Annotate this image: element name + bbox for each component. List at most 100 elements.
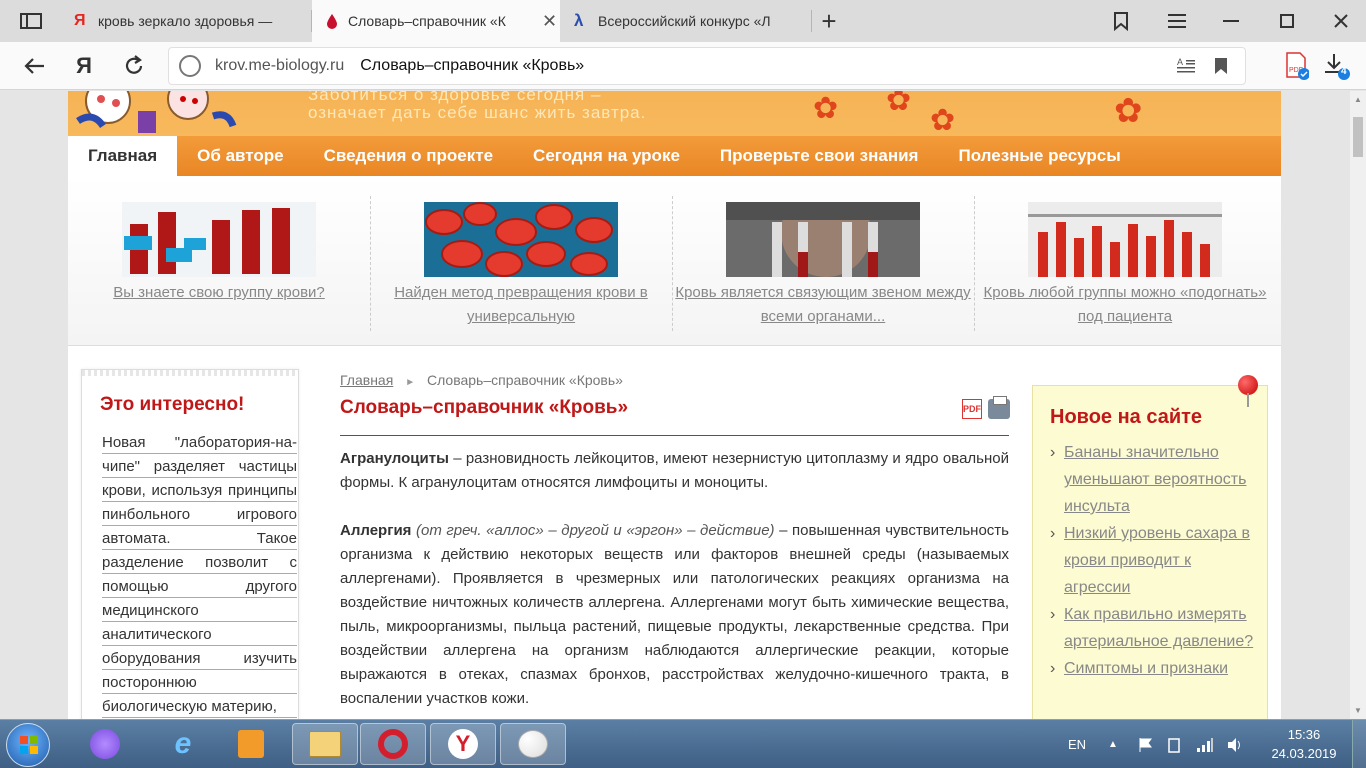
red-blood-cells-image bbox=[424, 202, 618, 277]
page-title: Словарь–справочник «Кровь» bbox=[340, 397, 629, 418]
header-banner: Заботиться о здоровье сегодня – означает… bbox=[68, 91, 1281, 136]
flower-icon: ✿ bbox=[1114, 92, 1143, 130]
explorer-taskbar-button[interactable] bbox=[292, 723, 358, 765]
device-icon[interactable] bbox=[1166, 720, 1182, 768]
nav-about-author[interactable]: Об авторе bbox=[177, 136, 303, 176]
show-hidden-icons-icon[interactable]: ▲ bbox=[1108, 720, 1118, 768]
featured-item[interactable]: Кровь является связующим звеном между вс… bbox=[672, 202, 974, 329]
menu-icon[interactable] bbox=[1154, 0, 1200, 42]
page-scrollbar[interactable]: ▲ ▼ bbox=[1350, 91, 1366, 719]
interesting-title: Это интересно! bbox=[100, 394, 245, 415]
flower-icon: ✿ bbox=[930, 104, 956, 136]
volume-icon[interactable] bbox=[1226, 720, 1244, 768]
paint-taskbar-button[interactable] bbox=[500, 723, 566, 765]
news-link[interactable]: Низкий уровень сахара в крови приводит к… bbox=[1050, 520, 1260, 601]
featured-item[interactable]: Найден метод превращения крови в универс… bbox=[370, 202, 672, 329]
nav-project-info[interactable]: Сведения о проекте bbox=[304, 136, 513, 176]
scroll-up-icon[interactable]: ▲ bbox=[1354, 95, 1362, 104]
tab-1[interactable]: Я кровь зеркало здоровья — bbox=[62, 0, 310, 42]
bookmark-icon[interactable] bbox=[1215, 58, 1227, 79]
show-desktop-button[interactable] bbox=[1352, 720, 1366, 768]
nav-today-lesson[interactable]: Сегодня на уроке bbox=[513, 136, 700, 176]
site-container: Заботиться о здоровье сегодня – означает… bbox=[68, 91, 1281, 719]
glossary-term: Агранулоциты bbox=[340, 450, 449, 467]
pdf-icon[interactable]: PDF bbox=[962, 399, 982, 419]
tab-2-active[interactable]: Словарь–справочник «К ✕ bbox=[312, 0, 560, 42]
featured-caption[interactable]: Вы знаете свою группу крови? bbox=[68, 281, 370, 305]
close-window-icon[interactable] bbox=[1318, 0, 1364, 42]
downloads-icon[interactable]: 4 bbox=[1320, 50, 1352, 82]
pdf-extension-icon[interactable]: PDF bbox=[1280, 50, 1312, 82]
clock-time: 15:36 bbox=[1287, 727, 1321, 742]
yandex-logo-icon[interactable]: Я bbox=[68, 50, 100, 82]
cartoon-characters-icon bbox=[76, 91, 237, 133]
tabs-menu-icon[interactable] bbox=[8, 0, 54, 42]
address-bar[interactable]: krov.me-biology.ru Словарь–справочник «К… bbox=[168, 47, 1246, 85]
news-link[interactable]: Бананы значительно уменьшают вероятность… bbox=[1050, 439, 1260, 520]
test-tube-rack-image bbox=[1028, 202, 1222, 277]
language-indicator[interactable]: EN bbox=[1068, 720, 1086, 768]
blood-tubes-image bbox=[122, 202, 316, 277]
main-nav: Главная Об авторе Сведения о проекте Сег… bbox=[68, 136, 1281, 176]
downloads-badge: 4 bbox=[1341, 66, 1347, 77]
tab-title: Всероссийский конкурс «Л bbox=[598, 13, 771, 29]
blood-drop-favicon-icon bbox=[324, 13, 340, 29]
page-viewport: Заботиться о здоровье сегодня – означает… bbox=[0, 91, 1350, 719]
back-arrow-icon[interactable] bbox=[18, 50, 50, 82]
bookmarks-collection-icon[interactable] bbox=[1098, 0, 1144, 42]
nav-test-knowledge[interactable]: Проверьте свои знания bbox=[700, 136, 939, 176]
alice-icon bbox=[90, 729, 120, 759]
breadcrumb-current: Словарь–справочник «Кровь» bbox=[426, 372, 623, 388]
glossary-entry: Аллергия (от греч. «аллос» – другой и «э… bbox=[340, 519, 1009, 711]
yandex-favicon-icon: Я bbox=[74, 12, 86, 29]
reader-mode-icon[interactable]: A bbox=[1177, 57, 1195, 78]
new-tab-button[interactable]: + bbox=[806, 0, 852, 42]
ie-taskbar-button[interactable]: e bbox=[150, 723, 216, 765]
featured-item[interactable]: Вы знаете свою группу крови? bbox=[68, 202, 370, 305]
flower-icon: ✿ bbox=[813, 92, 839, 125]
maximize-icon[interactable] bbox=[1264, 0, 1310, 42]
glossary-etymology: (от греч. «аллос» – другой и «эргон» – д… bbox=[411, 522, 775, 539]
breadcrumb-home-link[interactable]: Главная bbox=[340, 372, 393, 388]
scrollbar-thumb[interactable] bbox=[1353, 117, 1363, 157]
start-button[interactable] bbox=[6, 723, 50, 767]
close-tab-icon[interactable]: ✕ bbox=[542, 11, 557, 32]
featured-caption[interactable]: Кровь любой группы можно «подогнать» под… bbox=[974, 281, 1276, 329]
contest-favicon-icon: λ bbox=[574, 11, 584, 30]
svg-text:A: A bbox=[1177, 57, 1183, 67]
opera-taskbar-button[interactable] bbox=[360, 723, 426, 765]
scientist-tubes-image bbox=[726, 202, 920, 277]
media-player-icon bbox=[238, 730, 264, 758]
media-player-taskbar-button[interactable] bbox=[218, 723, 284, 765]
system-clock[interactable]: 15:36 24.03.2019 bbox=[1266, 725, 1342, 763]
featured-caption[interactable]: Найден метод превращения крови в универс… bbox=[370, 281, 672, 329]
yandex-browser-taskbar-button[interactable]: Y bbox=[430, 723, 496, 765]
news-link[interactable]: Симптомы и признаки bbox=[1050, 655, 1260, 682]
news-list: Бананы значительно уменьшают вероятность… bbox=[1050, 439, 1260, 682]
alice-assistant-button[interactable] bbox=[72, 723, 138, 765]
title-divider bbox=[340, 435, 1009, 436]
featured-strip: Вы знаете свою группу крови? Найден мето… bbox=[68, 176, 1281, 346]
news-link[interactable]: Как правильно измерять артериальное давл… bbox=[1050, 601, 1260, 655]
featured-item[interactable]: Кровь любой группы можно «подогнать» под… bbox=[974, 202, 1276, 329]
site-info-icon[interactable] bbox=[179, 55, 201, 77]
network-signal-icon[interactable] bbox=[1196, 720, 1214, 768]
nav-useful-resources[interactable]: Полезные ресурсы bbox=[938, 136, 1140, 176]
tab-3[interactable]: λ Всероссийский конкурс «Л bbox=[562, 0, 810, 42]
minimize-icon[interactable] bbox=[1208, 0, 1254, 42]
interesting-card: Это интересно! Новая "лаборатория-на-чип… bbox=[81, 369, 299, 719]
breadcrumb: Главная ► Словарь–справочник «Кровь» bbox=[340, 372, 623, 388]
tab-strip: Я кровь зеркало здоровья — Словарь–справ… bbox=[0, 0, 1366, 42]
print-icon[interactable] bbox=[988, 396, 1010, 419]
flower-icon: ✿ bbox=[886, 91, 912, 117]
nav-home[interactable]: Главная bbox=[68, 136, 178, 176]
reload-icon[interactable] bbox=[118, 50, 150, 82]
interesting-text: Новая "лаборатория-на-чипе" разделяет ча… bbox=[102, 431, 297, 719]
scroll-down-icon[interactable]: ▼ bbox=[1354, 706, 1362, 715]
breadcrumb-arrow-icon: ► bbox=[405, 377, 416, 388]
action-center-flag-icon[interactable] bbox=[1138, 720, 1154, 768]
clock-date: 24.03.2019 bbox=[1271, 746, 1337, 761]
yandex-browser-icon: Y bbox=[448, 729, 478, 759]
featured-caption[interactable]: Кровь является связующим звеном между вс… bbox=[672, 281, 974, 329]
internet-explorer-icon: e bbox=[174, 727, 192, 760]
